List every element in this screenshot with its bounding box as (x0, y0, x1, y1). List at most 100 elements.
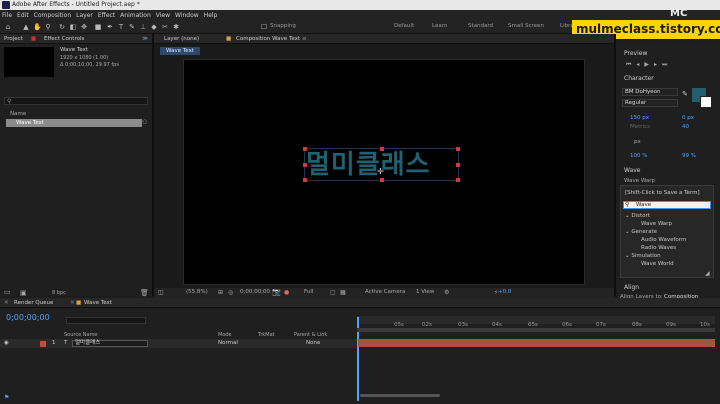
brush-tool-icon[interactable]: ✎ (128, 23, 136, 31)
playback-controls[interactable]: ⏮◂▶▸⏭ (626, 61, 672, 69)
menu-item-help[interactable]: Help (204, 12, 218, 19)
puppet-tool-icon[interactable]: ✱ (172, 23, 180, 31)
menu-item-effect[interactable]: Effect (98, 12, 115, 19)
delete-icon[interactable]: 🗑 (140, 289, 149, 297)
layer-mode-dropdown[interactable]: Normal (218, 339, 238, 348)
current-time[interactable]: 0;00;00;00 (240, 289, 270, 295)
transform-handle[interactable] (380, 147, 384, 151)
type-tool-icon[interactable]: T (117, 23, 125, 31)
menu-item-composition[interactable]: Composition (34, 12, 71, 19)
toggle-switches-icon[interactable]: ⚑ (4, 394, 9, 401)
close-icon[interactable]: ✕ (70, 298, 75, 308)
transform-handle[interactable] (456, 178, 460, 182)
effect-item-audio-waveform[interactable]: Audio Waveform (641, 237, 686, 243)
effect-item-radio-waves[interactable]: Radio Waves (641, 245, 676, 251)
effect-group-distort[interactable]: ⌄ Distort (625, 213, 650, 219)
layer-tab[interactable]: Layer (none) (164, 34, 199, 44)
menu-item-view[interactable]: View (156, 12, 170, 19)
eraser-tool-icon[interactable]: ◆ (150, 23, 158, 31)
view-options-icon[interactable]: ⚙ (444, 289, 449, 296)
effect-group-simulation[interactable]: ⌄ Simulation (625, 253, 661, 259)
exposure-value[interactable]: +0.0 (498, 289, 511, 295)
tracking-amount[interactable]: 40 (682, 124, 689, 130)
roto-tool-icon[interactable]: ✂ (161, 23, 169, 31)
effect-group-generate[interactable]: ⌄ Generate (625, 229, 657, 235)
font-style-dropdown[interactable]: Regular (622, 99, 678, 107)
layer-parent-dropdown[interactable]: None (306, 339, 320, 348)
layer-duration-bar[interactable] (358, 339, 715, 347)
layer-label-color[interactable] (40, 341, 46, 347)
timeline-timecode[interactable]: 0;00;00;00 (6, 313, 50, 322)
clone-tool-icon[interactable]: ⊥ (139, 23, 147, 31)
work-area-bar[interactable] (357, 328, 715, 332)
camera-tool-icon[interactable]: ◧ (69, 23, 77, 31)
grid-icon[interactable]: ⊞ (218, 289, 223, 296)
align-panel-title[interactable]: Align (624, 284, 639, 291)
interpret-footage-icon[interactable]: ▭ (4, 288, 11, 296)
workspace-learn[interactable]: Learn (432, 23, 447, 29)
comp-subtab[interactable]: Wave Text (160, 47, 200, 55)
menu-item-file[interactable]: File (2, 12, 12, 19)
stroke-width[interactable]: px (634, 139, 641, 145)
anchor-point-icon[interactable]: ✛ (377, 167, 384, 176)
zoom-dropdown[interactable]: (55.8%) (186, 289, 208, 295)
workspace-standard[interactable]: Standard (468, 23, 493, 29)
project-search-input[interactable]: ⚲ (4, 97, 148, 105)
stroke-color-swatch[interactable] (700, 96, 712, 108)
region-icon[interactable]: ▢ (330, 289, 336, 296)
menu-item-edit[interactable]: Edit (17, 12, 29, 19)
character-panel-title[interactable]: Character (624, 75, 654, 82)
workspace-small-screen[interactable]: Small Screen (508, 23, 544, 29)
snapping-checkbox[interactable]: ☐ (260, 23, 268, 31)
zoom-slider[interactable] (360, 394, 440, 397)
mask-icon[interactable]: ◎ (228, 289, 233, 296)
effect-item-wave-world[interactable]: Wave World (641, 261, 674, 267)
transform-handle[interactable] (303, 163, 307, 167)
rotate-tool-icon[interactable]: ↻ (58, 23, 66, 31)
timeline-search-input[interactable] (66, 317, 146, 324)
project-row-wave-text[interactable]: Wave Text (6, 119, 142, 127)
transparency-grid-icon[interactable]: ▦ (340, 289, 346, 296)
visibility-eye-icon[interactable]: ◉ (4, 339, 9, 348)
menu-item-layer[interactable]: Layer (76, 12, 93, 19)
effects-search-input[interactable]: Wave (623, 201, 711, 209)
eyedropper-icon[interactable]: ✎ (682, 90, 688, 98)
tab-project[interactable]: Project (4, 34, 23, 43)
view-layout-dropdown[interactable]: 1 View (416, 289, 434, 295)
hand-tool-icon[interactable]: ✋ (33, 23, 42, 31)
menu-item-animation[interactable]: Animation (120, 12, 151, 19)
kerning-dropdown[interactable]: Metrics (630, 124, 650, 130)
pan-behind-tool-icon[interactable]: ✥ (80, 23, 88, 31)
bpc-label[interactable]: 8 bpc (52, 290, 66, 296)
font-size-value[interactable]: 150 px (630, 115, 649, 121)
transform-handle[interactable] (456, 147, 460, 151)
selection-tool-icon[interactable]: ▲ (22, 23, 30, 31)
new-folder-icon[interactable]: ▣ (20, 289, 27, 297)
transform-handle[interactable] (303, 147, 307, 151)
vertical-scale[interactable]: 100 % (630, 153, 647, 159)
close-icon[interactable]: ✕ (4, 298, 9, 308)
camera-dropdown[interactable]: Active Camera (365, 289, 405, 295)
tab-render-queue[interactable]: Render Queue (14, 298, 53, 308)
magnification-icon[interactable]: ◫ (158, 289, 164, 296)
snapshot-icon[interactable]: 📷 (272, 288, 281, 296)
transform-handle[interactable] (303, 178, 307, 182)
composition-menu-icon[interactable]: ≡ (302, 34, 307, 44)
timeline-layer-row[interactable]: ◉ 1 T 멀미클래스 Normal None (0, 339, 357, 348)
pen-tool-icon[interactable]: ✒ (106, 23, 114, 31)
tab-effect-controls[interactable]: Effect Controls (44, 34, 84, 43)
rectangle-tool-icon[interactable]: ■ (94, 23, 102, 31)
composition-tab[interactable]: Composition Wave Text (236, 34, 300, 44)
home-icon[interactable]: ⌂ (4, 23, 12, 31)
horizontal-scale[interactable]: 99 % (682, 153, 696, 159)
workspace-default[interactable]: Default (394, 23, 414, 29)
effect-item-wave-warp[interactable]: Wave Warp (641, 221, 672, 227)
color-channel-icon[interactable]: ● (284, 289, 289, 296)
panel-menu-icon[interactable]: ≫ (142, 34, 152, 43)
layer-name[interactable]: 멀미클래스 (72, 340, 148, 347)
transform-handle[interactable] (380, 178, 384, 182)
preview-panel-title[interactable]: Preview (624, 50, 647, 57)
zoom-tool-icon[interactable]: ⚲ (44, 23, 52, 31)
menu-item-window[interactable]: Window (175, 12, 199, 19)
font-family-dropdown[interactable]: BM DoHyeon (622, 88, 678, 96)
